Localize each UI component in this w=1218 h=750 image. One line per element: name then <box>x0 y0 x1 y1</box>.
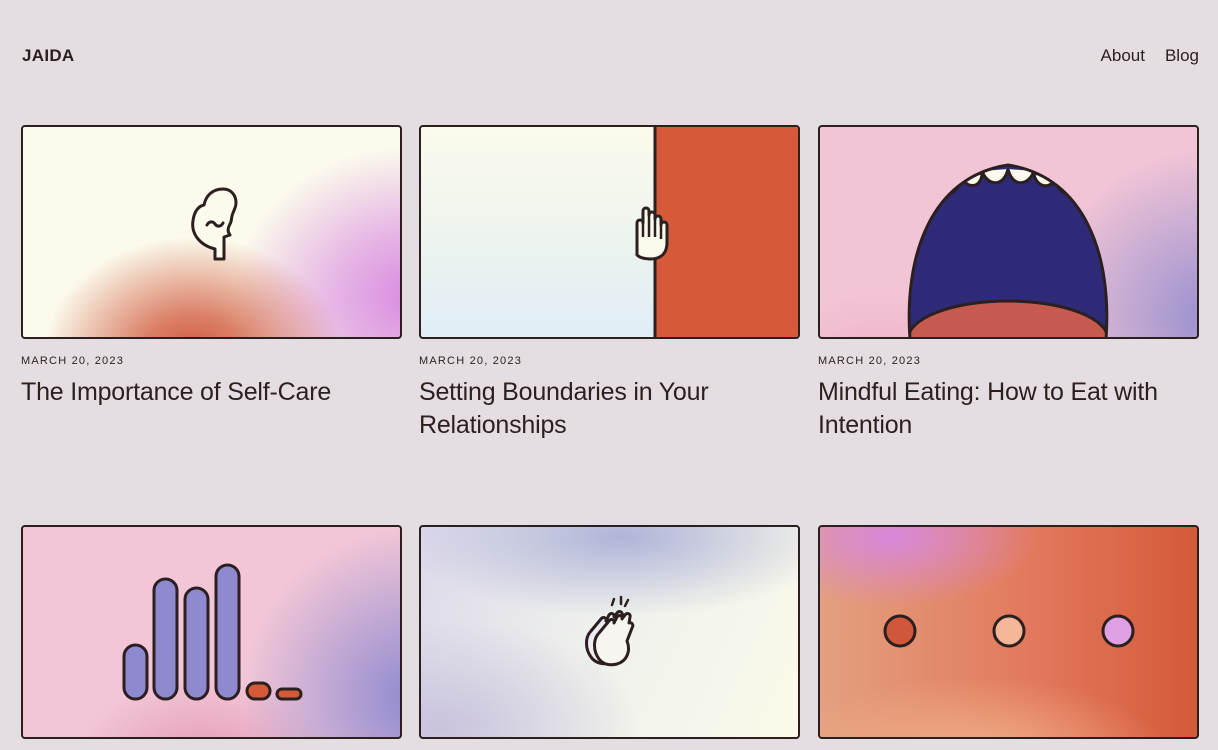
nav-link-about[interactable]: About <box>1101 46 1145 66</box>
post-date: MARCH 20, 2023 <box>419 355 523 367</box>
open-mouth-icon <box>907 163 1109 337</box>
post-thumbnail[interactable] <box>818 525 1199 739</box>
nav-link-blog[interactable]: Blog <box>1165 46 1199 66</box>
post-thumbnail[interactable] <box>21 525 402 739</box>
post-thumbnail[interactable] <box>419 125 800 339</box>
main-nav: About Blog <box>1101 46 1199 66</box>
post-card[interactable] <box>419 525 800 739</box>
site-logo[interactable]: JAIDA <box>22 46 75 66</box>
post-title[interactable]: Mindful Eating: How to Eat with Intentio… <box>818 376 1158 442</box>
post-title[interactable]: The Importance of Self-Care <box>21 376 361 409</box>
post-date: MARCH 20, 2023 <box>21 355 125 367</box>
head-icon <box>191 187 238 261</box>
site-header: JAIDA About Blog <box>0 0 1218 110</box>
post-card[interactable]: MARCH 20, 2023 Mindful Eating: How to Ea… <box>818 125 1199 442</box>
post-title[interactable]: Setting Boundaries in Your Relationships <box>419 376 759 442</box>
bar-chart-icon <box>122 563 303 701</box>
post-thumbnail[interactable] <box>419 525 800 739</box>
three-dots-icon <box>883 614 1135 648</box>
post-date: MARCH 20, 2023 <box>818 355 922 367</box>
post-card[interactable]: MARCH 20, 2023 The Importance of Self-Ca… <box>21 125 402 409</box>
raised-hand-icon <box>635 127 798 337</box>
post-card[interactable]: MARCH 20, 2023 Setting Boundaries in You… <box>419 125 800 442</box>
post-card[interactable] <box>21 525 402 739</box>
post-thumbnail[interactable] <box>21 125 402 339</box>
clapping-hands-icon <box>585 595 635 667</box>
post-thumbnail[interactable] <box>818 125 1199 339</box>
post-card[interactable] <box>818 525 1199 739</box>
